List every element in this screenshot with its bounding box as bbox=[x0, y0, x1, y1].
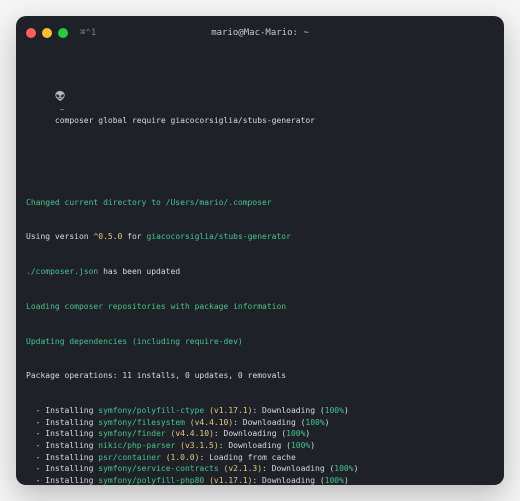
terminal-window: ⌘⌃1 mario@Mac-Mario: ~ 👽 ~ composer glob… bbox=[16, 16, 504, 485]
install-line: - Installing symfony/polyfill-php80 (v1.… bbox=[26, 475, 494, 485]
output-line: Loading composer repositories with packa… bbox=[26, 301, 494, 313]
command-text: composer global require giacocorsiglia/s… bbox=[55, 116, 315, 125]
install-line: - Installing symfony/polyfill-ctype (v1.… bbox=[26, 405, 494, 417]
output-line: Package operations: 11 installs, 0 updat… bbox=[26, 370, 494, 382]
titlebar: ⌘⌃1 mario@Mac-Mario: ~ bbox=[16, 16, 504, 50]
terminal-body[interactable]: 👽 ~ composer global require giacocorsigl… bbox=[16, 50, 504, 485]
prompt-path: ~ bbox=[55, 105, 69, 114]
install-line: - Installing psr/container (1.0.0): Load… bbox=[26, 452, 494, 464]
install-list: - Installing symfony/polyfill-ctype (v1.… bbox=[26, 405, 494, 485]
output-line: Updating dependencies (including require… bbox=[26, 336, 494, 348]
prompt-icon: 👽 bbox=[55, 92, 66, 102]
install-line: - Installing symfony/service-contracts (… bbox=[26, 463, 494, 475]
window-title: mario@Mac-Mario: ~ bbox=[16, 28, 504, 38]
install-line: - Installing nikic/php-parser (v3.1.5): … bbox=[26, 440, 494, 452]
install-line: - Installing symfony/finder (v4.4.10): D… bbox=[26, 428, 494, 440]
install-line: - Installing symfony/filesystem (v4.4.10… bbox=[26, 417, 494, 429]
output-line: Changed current directory to /Users/mari… bbox=[26, 197, 494, 209]
